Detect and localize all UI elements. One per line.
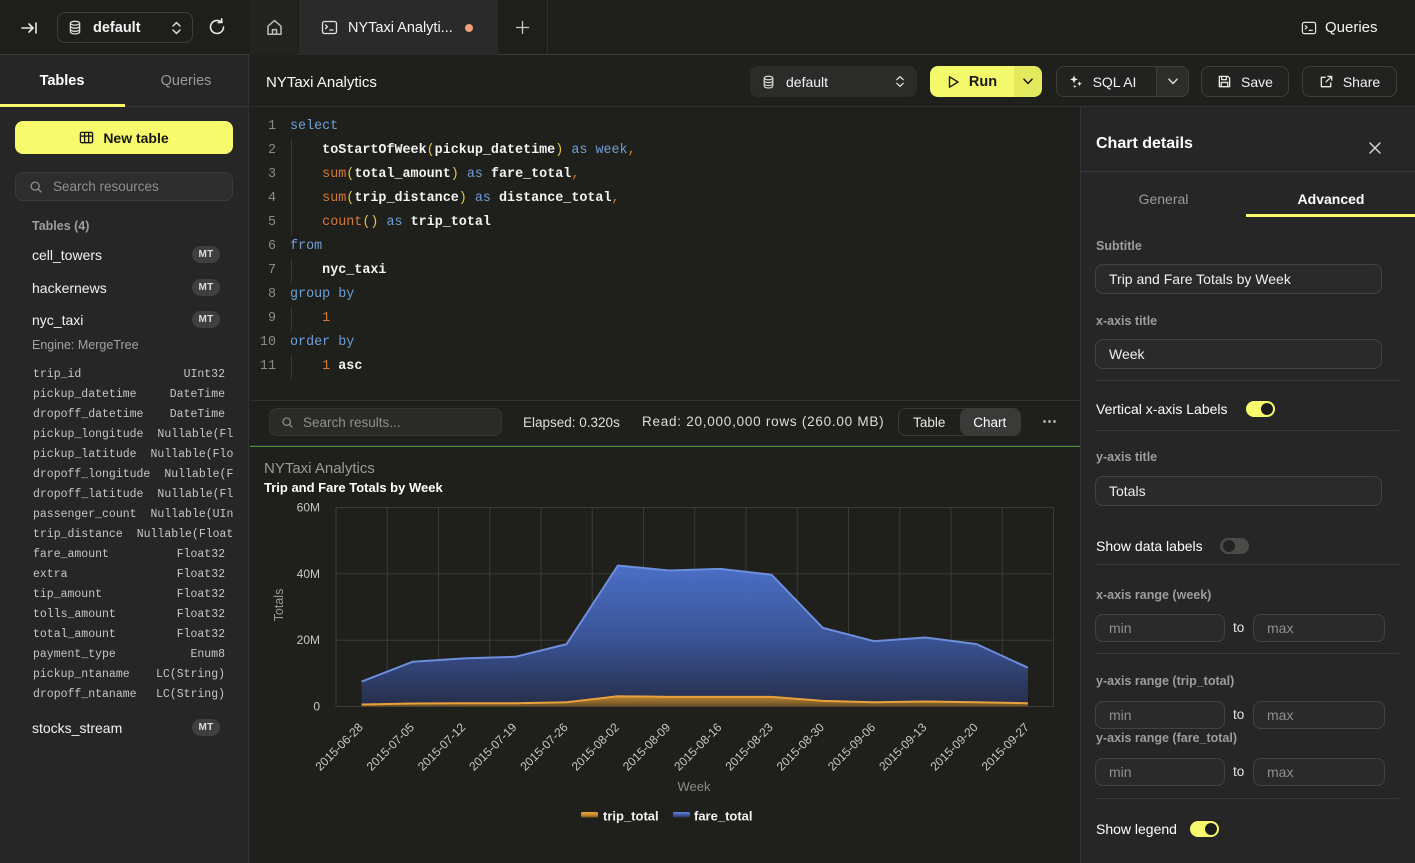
svg-text:2015-07-26: 2015-07-26 bbox=[517, 720, 571, 774]
svg-text:2015-09-13: 2015-09-13 bbox=[876, 720, 930, 774]
svg-text:fare_total: fare_total bbox=[694, 809, 753, 824]
svg-text:2015-08-30: 2015-08-30 bbox=[774, 720, 828, 774]
svg-text:2015-09-20: 2015-09-20 bbox=[927, 720, 981, 774]
svg-text:2015-08-16: 2015-08-16 bbox=[671, 720, 725, 774]
svg-text:Week: Week bbox=[678, 779, 711, 794]
svg-text:2015-09-27: 2015-09-27 bbox=[979, 720, 1033, 774]
svg-text:Totals: Totals bbox=[272, 589, 286, 622]
svg-text:2015-07-19: 2015-07-19 bbox=[466, 720, 520, 774]
svg-text:40M: 40M bbox=[297, 567, 320, 581]
svg-text:2015-07-05: 2015-07-05 bbox=[364, 720, 418, 774]
svg-text:2015-07-12: 2015-07-12 bbox=[415, 720, 469, 774]
svg-text:2015-09-06: 2015-09-06 bbox=[825, 720, 879, 774]
svg-text:0: 0 bbox=[313, 700, 320, 714]
svg-text:2015-08-23: 2015-08-23 bbox=[722, 720, 776, 774]
svg-text:20M: 20M bbox=[297, 633, 320, 647]
svg-text:2015-08-09: 2015-08-09 bbox=[620, 720, 674, 774]
svg-text:trip_total: trip_total bbox=[603, 809, 659, 824]
svg-text:60M: 60M bbox=[297, 501, 320, 515]
svg-text:2015-08-02: 2015-08-02 bbox=[569, 720, 623, 774]
svg-text:2015-06-28: 2015-06-28 bbox=[312, 720, 366, 774]
